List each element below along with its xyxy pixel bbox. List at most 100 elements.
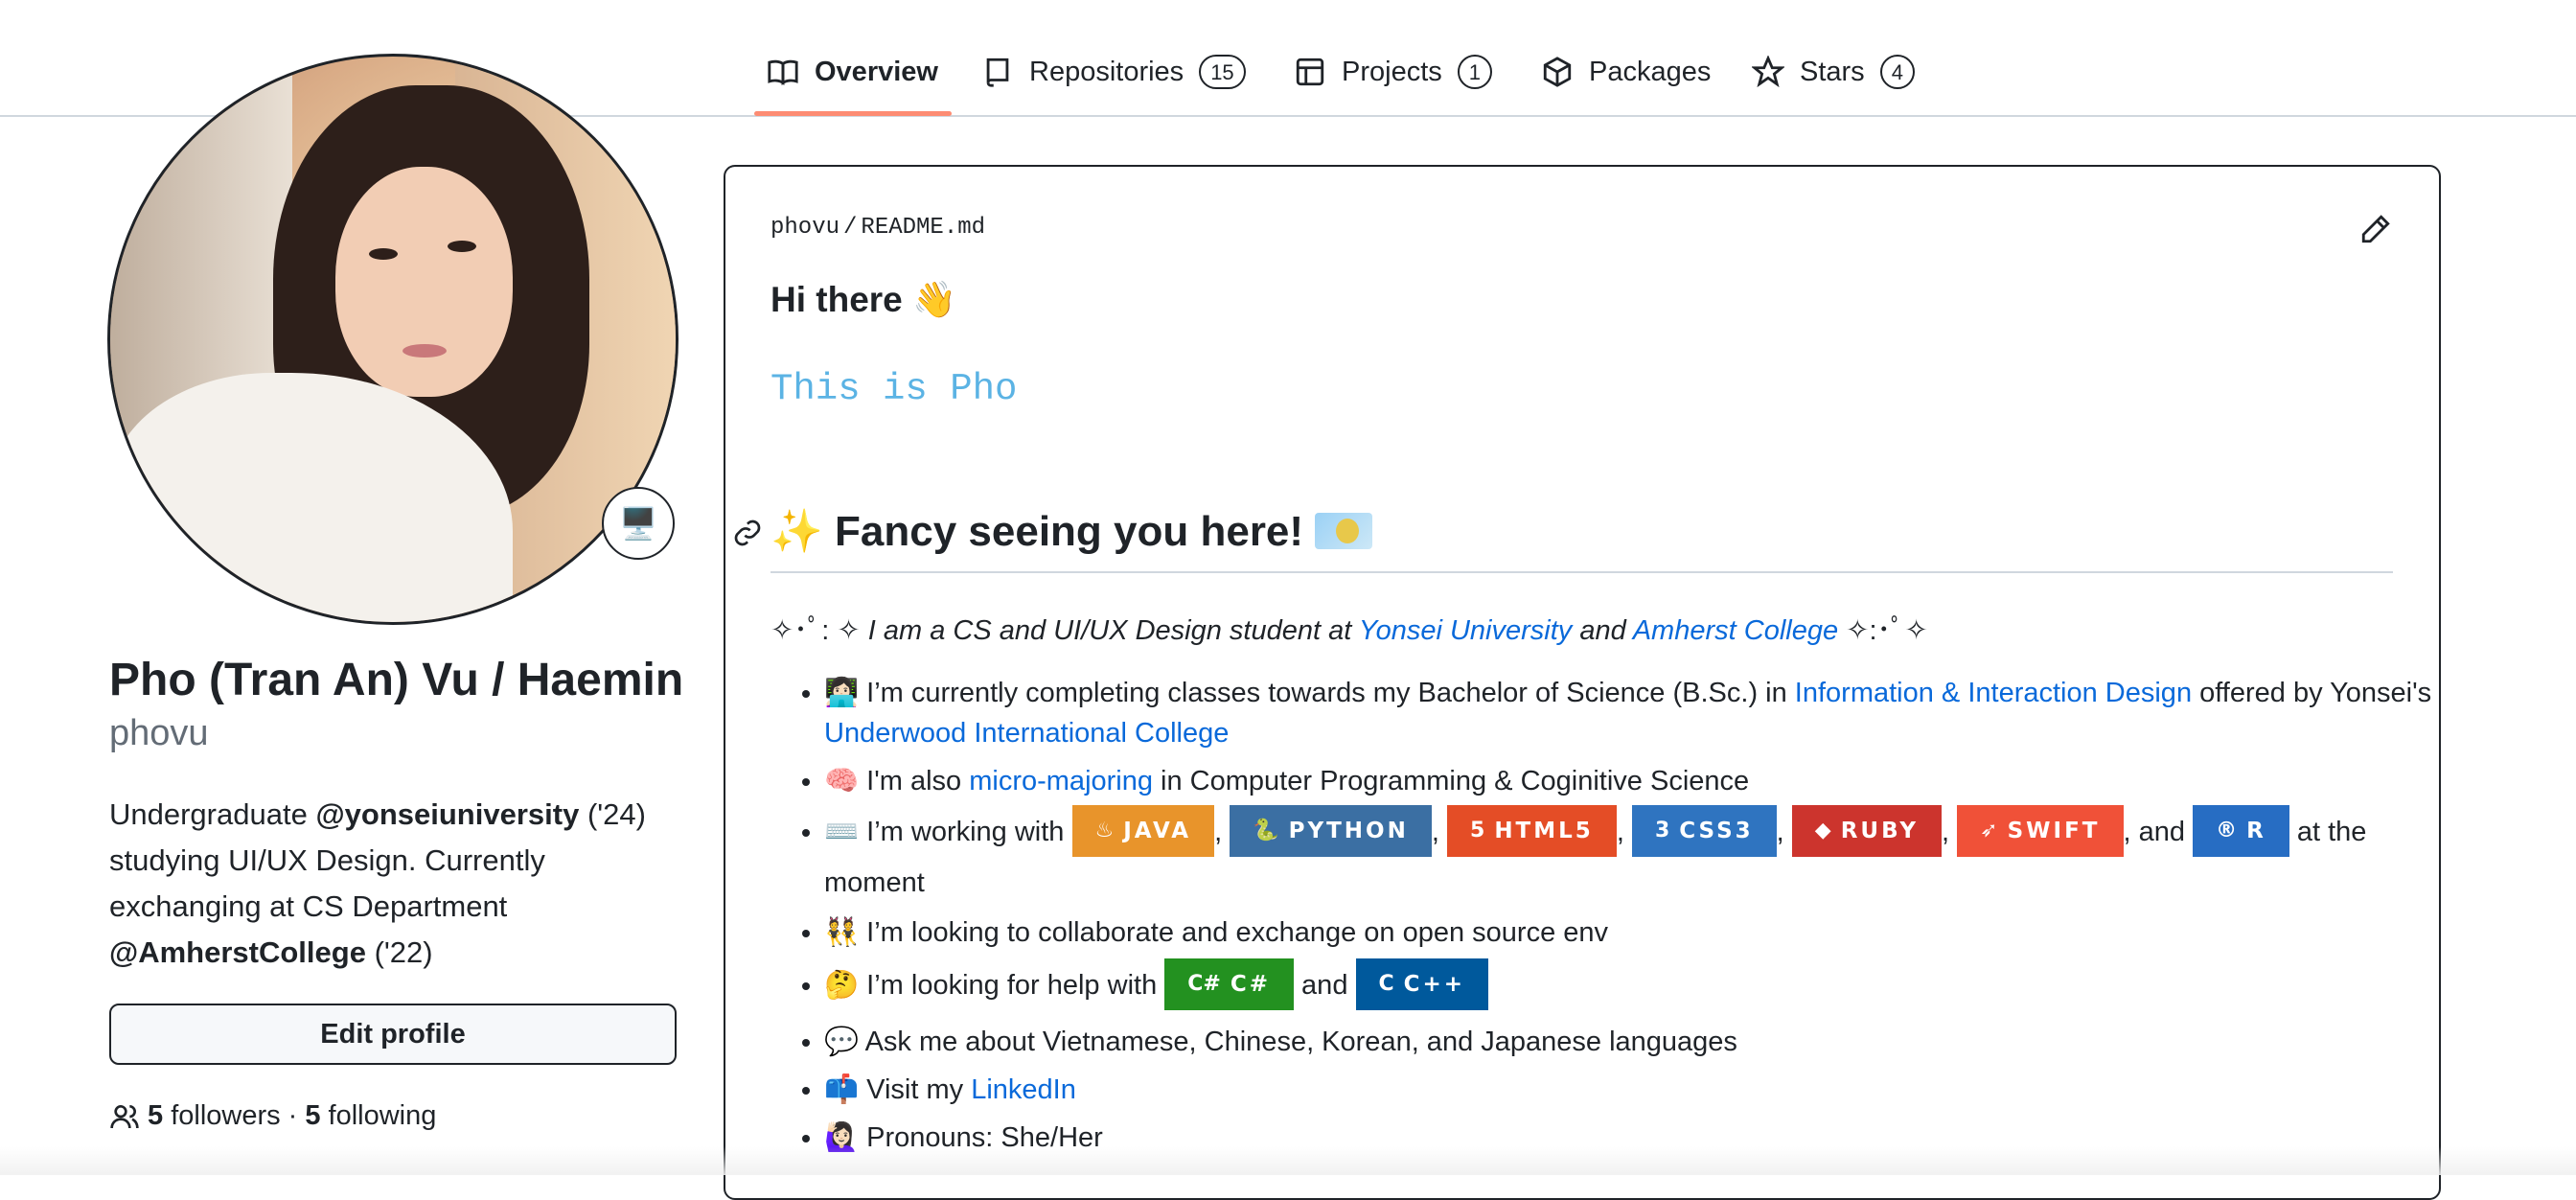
tab-label: Projects — [1342, 56, 1442, 87]
item-text: offered by Yonsei's — [2192, 678, 2432, 708]
list-item: 👩🏻‍💻 I’m currently completing classes to… — [824, 673, 2453, 753]
comma: , — [1431, 817, 1439, 847]
org-mention-yonsei[interactable]: @yonseiuniversity — [315, 797, 579, 831]
project-count-badge: 1 — [1457, 55, 1493, 89]
repo-icon — [986, 58, 1009, 87]
micro-majoring-link[interactable]: micro-majoring — [969, 766, 1153, 796]
tab-packages[interactable]: Packages — [1541, 38, 1711, 105]
profile-bio: Undergraduate @yonseiuniversity ('24) st… — [109, 792, 694, 976]
and-text: and — [1294, 970, 1356, 1001]
badge-label: CSS3 — [1679, 819, 1754, 843]
item-text: 📫 Visit my — [824, 1074, 972, 1105]
heading-divider — [770, 571, 2393, 573]
item-text: 🤔 I’m looking for help with — [824, 970, 1165, 1001]
cpp-icon: C — [1378, 972, 1394, 996]
badge-label: SWIFT — [2007, 819, 2101, 843]
tab-label: Stars — [1800, 56, 1865, 87]
star-count-badge: 4 — [1879, 55, 1915, 89]
readme-heading: ✨ Fancy seeing you here! — [770, 506, 1373, 556]
followers-label: followers — [171, 1100, 281, 1131]
html5-icon: 5 — [1470, 819, 1485, 842]
uic-link[interactable]: Underwood International College — [824, 718, 1229, 749]
followers-link[interactable]: 5 followers — [148, 1100, 281, 1132]
pencil-icon[interactable] — [2359, 213, 2392, 245]
iid-link[interactable]: Information & Interaction Design — [1795, 678, 2192, 708]
breadcrumb-slash: / — [843, 215, 858, 241]
tagline-text: I am a CS and UI/UX Design student at — [867, 615, 1359, 646]
html5-badge: 5 HTML5 — [1447, 805, 1617, 857]
list-item: ⌨️ I’m working with ♨ JAVA, 🐍 PYTHON, 5 HTM… — [824, 805, 2453, 905]
badge-label: C# — [1230, 972, 1271, 997]
csharp-icon: C# — [1187, 972, 1221, 996]
table-icon — [1296, 58, 1324, 86]
desktop-icon: 🖥️ — [619, 506, 657, 541]
bio-text: ('22) — [365, 935, 433, 969]
active-tab-indicator — [754, 111, 952, 116]
org-mention-amherst[interactable]: @AmherstCollege — [109, 935, 366, 969]
tab-overview[interactable]: Overview — [767, 38, 938, 105]
java-badge: ♨ JAVA — [1071, 805, 1215, 857]
badge-label: C++ — [1403, 972, 1466, 997]
sparkle-decoration: ✧･ﾟ: ✧ — [770, 615, 861, 646]
following-link[interactable]: 5 following — [305, 1100, 436, 1132]
ruby-icon: ◆ — [1814, 819, 1831, 842]
pikachu-gif — [1315, 513, 1373, 549]
avatar[interactable] — [107, 54, 678, 625]
item-text: 👩🏻‍💻 I’m currently completing classes to… — [824, 678, 1795, 708]
heading-text: ✨ Fancy seeing you here! — [770, 508, 1304, 555]
edit-profile-button[interactable]: Edit profile — [109, 1004, 677, 1065]
readme-filename[interactable]: README.md — [861, 215, 985, 241]
link-icon[interactable] — [732, 518, 763, 548]
package-icon — [1543, 57, 1572, 87]
book-icon — [768, 59, 798, 85]
profile-username: phovu — [109, 713, 209, 753]
yonsei-link[interactable]: Yonsei University — [1359, 615, 1572, 646]
csharp-badge: C# C# — [1164, 958, 1294, 1010]
readme-list: 👩🏻‍💻 I’m currently completing classes to… — [770, 673, 2453, 1165]
badge-label: RUBY — [1840, 819, 1920, 843]
list-item: 🤔 I’m looking for help with C# C# and C C+… — [824, 958, 2453, 1014]
ruby-badge: ◆ RUBY — [1791, 805, 1943, 857]
badge-label: HTML5 — [1494, 819, 1594, 843]
python-badge: 🐍 PYTHON — [1230, 805, 1432, 857]
profile-fullname: Pho (Tran An) Vu / Haemin — [109, 655, 684, 705]
and-text: , and — [2123, 817, 2194, 847]
following-count: 5 — [305, 1100, 321, 1131]
followers-count: 5 — [148, 1100, 164, 1131]
sparkle-decoration: ✧:･ﾟ✧ — [1838, 615, 1928, 646]
tagline-text: and — [1572, 615, 1633, 646]
linkedin-link[interactable]: LinkedIn — [971, 1074, 1076, 1105]
avatar-container: 🖥️ — [107, 54, 678, 625]
tab-projects[interactable]: Projects 1 — [1294, 38, 1493, 105]
badge-label: JAVA — [1123, 819, 1192, 843]
follow-stats: 5 followers · 5 following — [109, 1100, 436, 1132]
comma: , — [1942, 817, 1950, 847]
tab-stars[interactable]: Stars 4 — [1752, 38, 1915, 105]
css3-icon: 3 — [1654, 819, 1670, 842]
status-button[interactable]: 🖥️ — [602, 487, 675, 560]
r-badge: ® R — [2193, 805, 2289, 857]
bio-text: Undergraduate — [109, 797, 316, 831]
typing-banner: This is Pho — [770, 368, 1018, 410]
readme-greeting: Hi there 👋 — [770, 280, 957, 319]
badge-label: R — [2246, 819, 2266, 843]
list-item: 👯 I’m looking to collaborate and exchang… — [824, 912, 2453, 953]
repo-count-badge: 15 — [1199, 55, 1246, 89]
tab-repositories[interactable]: Repositories 15 — [981, 38, 1246, 105]
readme-owner[interactable]: phovu — [770, 215, 840, 241]
item-text: in Computer Programming & Coginitive Sci… — [1153, 766, 1750, 796]
amherst-link[interactable]: Amherst College — [1633, 615, 1838, 646]
star-icon — [1752, 56, 1784, 88]
item-text: 🧠 I'm also — [824, 766, 970, 796]
bottom-fade — [0, 1146, 2576, 1175]
item-text: ⌨️ I’m working with — [824, 817, 1072, 847]
following-label: following — [328, 1100, 437, 1131]
tab-label: Packages — [1589, 56, 1712, 87]
swift-icon: ➶ — [1980, 819, 1998, 842]
cpp-badge: C C++ — [1355, 958, 1489, 1010]
separator: · — [288, 1100, 298, 1131]
comma: , — [1214, 817, 1223, 847]
people-icon — [110, 1104, 139, 1128]
tab-label: Repositories — [1029, 56, 1184, 87]
list-item: 🧠 I'm also micro-majoring in Computer Pr… — [824, 761, 2453, 801]
